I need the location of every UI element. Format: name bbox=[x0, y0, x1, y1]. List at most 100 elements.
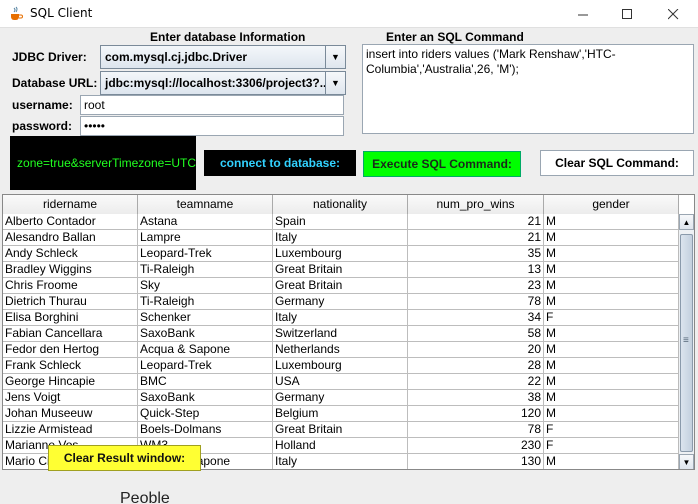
table-cell: M bbox=[544, 294, 679, 310]
table-row[interactable]: Jens Voigt SaxoBank Germany 38 M bbox=[3, 390, 679, 406]
table-row[interactable]: Elisa Borghini Schenker Italy 34 F bbox=[3, 310, 679, 326]
table-cell: Dietrich Thurau bbox=[3, 294, 138, 310]
table-body: Alberto Contador Astana Spain 21 M Alesandro … bbox=[3, 214, 679, 469]
table-cell: Great Britain bbox=[273, 422, 408, 438]
table-cell: 130 bbox=[408, 454, 544, 469]
table-cell: 38 bbox=[408, 390, 544, 406]
table-cell: M bbox=[544, 406, 679, 422]
scroll-down-icon[interactable]: ▼ bbox=[679, 454, 694, 469]
password-input[interactable]: ••••• bbox=[80, 116, 344, 136]
table-row[interactable]: Chris Froome Sky Great Britain 23 M bbox=[3, 278, 679, 294]
table-row[interactable]: Dietrich Thurau Ti-Raleigh Germany 78 M bbox=[3, 294, 679, 310]
table-cell: Frank Schleck bbox=[3, 358, 138, 374]
table-cell: Switzerland bbox=[273, 326, 408, 342]
close-button[interactable] bbox=[650, 0, 696, 28]
table-cell: Netherlands bbox=[273, 342, 408, 358]
table-cell: 13 bbox=[408, 262, 544, 278]
table-cell: M bbox=[544, 390, 679, 406]
username-input[interactable]: root bbox=[80, 95, 344, 115]
chevron-down-icon[interactable]: ▼ bbox=[325, 46, 345, 68]
table-cell: Bradley Wiggins bbox=[3, 262, 138, 278]
table-cell: George Hincapie bbox=[3, 374, 138, 390]
result-table[interactable]: ridername teamname nationality num_pro_w… bbox=[2, 194, 695, 470]
table-row[interactable]: Andy Schleck Leopard-Trek Luxembourg 35 M bbox=[3, 246, 679, 262]
table-cell: 78 bbox=[408, 294, 544, 310]
main-content: Enter database Information Enter an SQL … bbox=[0, 28, 698, 504]
table-cell: Alberto Contador bbox=[3, 214, 138, 230]
table-row[interactable]: Fabian Cancellara SaxoBank Switzerland 58 M bbox=[3, 326, 679, 342]
table-row[interactable]: Fedor den Hertog Acqua & Sapone Netherland… bbox=[3, 342, 679, 358]
table-cell: F bbox=[544, 310, 679, 326]
table-cell: M bbox=[544, 262, 679, 278]
column-header[interactable]: num_pro_wins bbox=[408, 195, 544, 214]
table-cell: USA bbox=[273, 374, 408, 390]
table-cell: 120 bbox=[408, 406, 544, 422]
table-row[interactable]: Lizzie Armistead Boels-Dolmans Great Brita… bbox=[3, 422, 679, 438]
table-cell: Luxembourg bbox=[273, 246, 408, 262]
clear-result-button[interactable]: Clear Result window: bbox=[48, 445, 201, 471]
database-url-label: Database URL: bbox=[12, 76, 98, 90]
table-cell: Germany bbox=[273, 390, 408, 406]
table-row[interactable]: Bradley Wiggins Ti-Raleigh Great Britain 13… bbox=[3, 262, 679, 278]
jdbc-driver-label: JDBC Driver: bbox=[12, 50, 87, 64]
table-cell: Luxembourg bbox=[273, 358, 408, 374]
table-cell: Italy bbox=[273, 310, 408, 326]
table-cell: 22 bbox=[408, 374, 544, 390]
table-cell: Great Britain bbox=[273, 278, 408, 294]
table-row[interactable]: Frank Schleck Leopard-Trek Luxembourg 28 M bbox=[3, 358, 679, 374]
jdbc-driver-select[interactable]: com.mysql.cj.jdbc.Driver ▼ bbox=[100, 45, 346, 69]
table-row[interactable]: Johan Museeuw Quick-Step Belgium 120 M bbox=[3, 406, 679, 422]
minimize-icon bbox=[577, 14, 588, 15]
table-cell: Andy Schleck bbox=[3, 246, 138, 262]
table-cell: Elisa Borghini bbox=[3, 310, 138, 326]
connection-status-text: zone=true&serverTimezone=UTC bbox=[17, 156, 196, 170]
table-cell: Quick-Step bbox=[138, 406, 273, 422]
jdbc-driver-value: com.mysql.cj.jdbc.Driver bbox=[101, 46, 325, 68]
connect-button[interactable]: connect to database: bbox=[204, 150, 356, 176]
minimize-button[interactable] bbox=[560, 0, 606, 28]
table-cell: Ti-Raleigh bbox=[138, 262, 273, 278]
table-cell: 21 bbox=[408, 214, 544, 230]
scroll-up-icon[interactable]: ▲ bbox=[679, 214, 694, 230]
execute-sql-button[interactable]: Execute SQL Command: bbox=[363, 151, 521, 177]
table-cell: Acqua & Sapone bbox=[138, 342, 273, 358]
table-cell: Johan Museeuw bbox=[3, 406, 138, 422]
table-cell: Alesandro Ballan bbox=[3, 230, 138, 246]
close-icon bbox=[667, 8, 678, 19]
column-header[interactable]: nationality bbox=[273, 195, 408, 214]
table-cell: M bbox=[544, 278, 679, 294]
table-cell: 35 bbox=[408, 246, 544, 262]
table-cell: Lampre bbox=[138, 230, 273, 246]
table-cell: 230 bbox=[408, 438, 544, 454]
chevron-down-icon[interactable]: ▼ bbox=[325, 72, 345, 94]
column-header[interactable]: teamname bbox=[138, 195, 273, 214]
clear-sql-button[interactable]: Clear SQL Command: bbox=[540, 150, 694, 176]
table-cell: Leopard-Trek bbox=[138, 358, 273, 374]
connection-status: zone=true&serverTimezone=UTC bbox=[10, 136, 196, 190]
table-row[interactable]: Alesandro Ballan Lampre Italy 21 M bbox=[3, 230, 679, 246]
table-cell: Italy bbox=[273, 230, 408, 246]
table-cell: M bbox=[544, 454, 679, 469]
scroll-thumb[interactable] bbox=[680, 234, 693, 452]
maximize-icon bbox=[621, 8, 632, 19]
table-row[interactable]: George Hincapie BMC USA 22 M bbox=[3, 374, 679, 390]
table-cell: 78 bbox=[408, 422, 544, 438]
table-cell: F bbox=[544, 438, 679, 454]
column-header[interactable]: ridername bbox=[3, 195, 138, 214]
database-url-value: jdbc:mysql://localhost:3306/project3?... bbox=[101, 72, 325, 94]
table-cell: SaxoBank bbox=[138, 390, 273, 406]
table-cell: M bbox=[544, 358, 679, 374]
sql-command-textarea[interactable]: insert into riders values ('Mark Renshaw… bbox=[362, 44, 694, 134]
maximize-button[interactable] bbox=[604, 0, 650, 28]
table-cell: Sky bbox=[138, 278, 273, 294]
table-cell: 23 bbox=[408, 278, 544, 294]
table-cell: Leopard-Trek bbox=[138, 246, 273, 262]
vertical-scrollbar[interactable]: ▲ ▼ bbox=[678, 214, 694, 469]
table-cell: 21 bbox=[408, 230, 544, 246]
table-row[interactable]: Alberto Contador Astana Spain 21 M bbox=[3, 214, 679, 230]
table-cell: M bbox=[544, 214, 679, 230]
database-url-select[interactable]: jdbc:mysql://localhost:3306/project3?...… bbox=[100, 71, 346, 95]
table-cell: Schenker bbox=[138, 310, 273, 326]
column-header[interactable]: gender bbox=[544, 195, 679, 214]
sql-section-title: Enter an SQL Command bbox=[386, 30, 524, 44]
